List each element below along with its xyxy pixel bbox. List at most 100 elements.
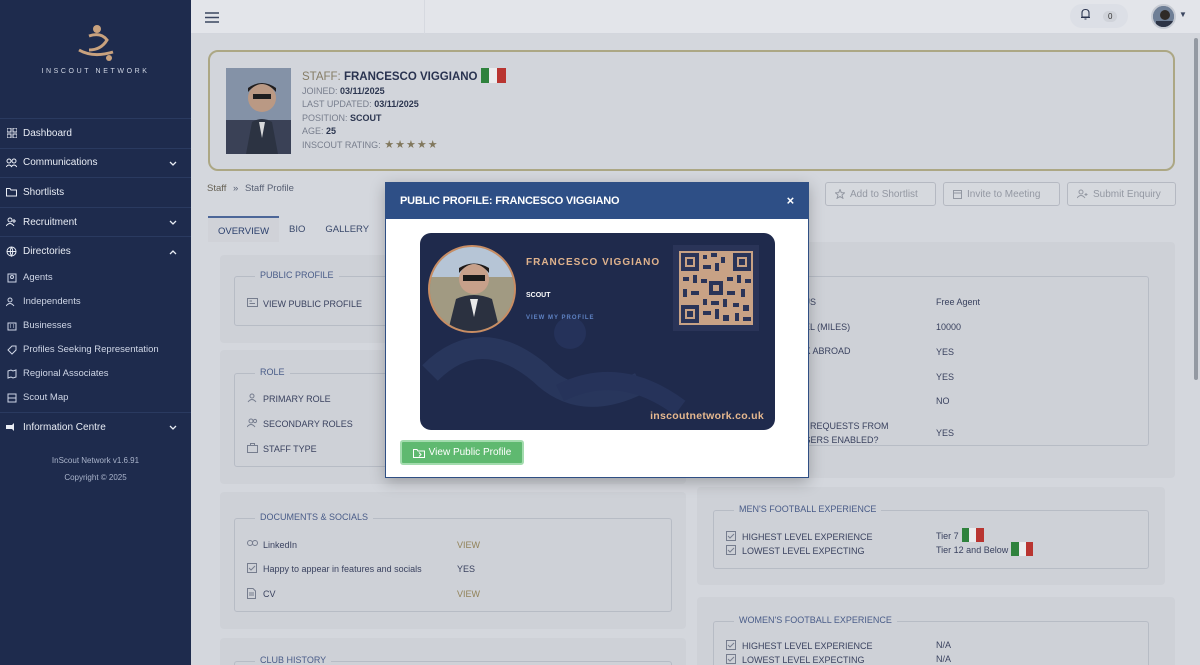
womens-lowest-value: N/A	[936, 654, 952, 664]
linkedin-row: LinkedIn	[247, 539, 297, 550]
primary-role-label: PRIMARY ROLE	[263, 393, 331, 404]
menu-toggle-icon[interactable]	[205, 10, 219, 28]
updated-label: LAST UPDATED:	[302, 99, 372, 110]
rating-stars: ★★★★★	[383, 139, 438, 152]
sidebar-subitem-regional-associates[interactable]: Regional Associates	[0, 362, 191, 386]
close-icon[interactable]: ×	[787, 194, 795, 207]
italy-flag-icon	[480, 68, 506, 83]
sidebar-subitem-profiles-seeking[interactable]: Profiles Seeking Representation	[0, 338, 191, 362]
caret-down-icon[interactable]: ▼	[1179, 10, 1187, 19]
tag-icon	[6, 344, 17, 355]
documents-panel: DOCUMENTS & SOCIALS LinkedIn VIEW Happy …	[220, 492, 686, 629]
users-icon	[6, 296, 17, 307]
sidebar-item-recruitment[interactable]: Recruitment	[0, 206, 191, 237]
sidebar-item-label: Communications	[23, 157, 98, 169]
mens-highest-label: HIGHEST LEVEL EXPERIENCE	[742, 531, 873, 542]
brand-logo[interactable]: INSCOUT NETWORK	[0, 20, 191, 75]
sidebar-nav: Dashboard Communications Shortlists Recr…	[0, 118, 191, 442]
checkbox-icon	[726, 654, 737, 665]
submit-enquiry-label: Submit Enquiry	[1093, 188, 1161, 200]
card-view-profile-link[interactable]: VIEW MY PROFILE	[526, 315, 595, 321]
breadcrumb-current: Staff Profile	[244, 183, 294, 194]
sidebar-item-communications[interactable]: Communications	[0, 147, 191, 178]
features-value: YES	[457, 564, 476, 574]
cv-label: CV	[263, 588, 276, 599]
italy-flag-icon	[1011, 542, 1034, 556]
communications-icon	[6, 157, 17, 168]
tab-gallery[interactable]: GALLERY	[315, 216, 379, 242]
cv-view-link[interactable]: VIEW	[457, 589, 480, 599]
age-value: 25	[326, 125, 337, 136]
sidebar-subitem-label: Profiles Seeking Representation	[23, 344, 159, 356]
sidebar-subitem-businesses[interactable]: Businesses	[0, 314, 191, 338]
invite-to-meeting-button[interactable]: Invite to Meeting	[943, 182, 1060, 206]
club-history-title: CLUB HISTORY	[255, 655, 332, 665]
club-history-panel: CLUB HISTORY	[220, 638, 686, 665]
sidebar-item-label: Dashboard	[23, 127, 72, 139]
sidebar-item-dashboard[interactable]: Dashboard	[0, 118, 191, 148]
mens-experience-title: MEN'S FOOTBALL EXPERIENCE	[734, 504, 882, 514]
womens-experience-panel: WOMEN'S FOOTBALL EXPERIENCE HIGHEST LEVE…	[697, 597, 1175, 665]
chevron-down-icon	[169, 159, 177, 170]
womens-experience-title: WOMEN'S FOOTBALL EXPERIENCE	[734, 615, 897, 625]
card-website: inscoutnetwork.co.uk	[650, 410, 764, 422]
notifications-button[interactable]: 0	[1070, 4, 1128, 28]
sidebar-subitem-scout-map[interactable]: Scout Map	[0, 386, 191, 410]
sidebar-subitem-independents[interactable]: Independents	[0, 290, 191, 314]
requests-label-2: USERS ENABLED?	[798, 435, 879, 445]
position-label: POSITION:	[302, 112, 348, 123]
add-to-shortlist-button[interactable]: Add to Shortlist	[825, 182, 936, 206]
tab-overview[interactable]: OVERVIEW	[208, 216, 280, 242]
womens-highest-value: N/A	[936, 640, 952, 650]
status-row-4-value: YES	[936, 372, 955, 382]
checkbox-icon	[726, 640, 737, 651]
star-icon: ★	[427, 139, 438, 152]
requests-value: YES	[936, 428, 955, 438]
mens-lowest-row: LOWEST LEVEL EXPECTING	[726, 545, 865, 556]
chevron-up-icon	[169, 247, 177, 258]
work-abroad-value: YES	[936, 347, 955, 357]
building-icon	[6, 320, 17, 331]
submit-enquiry-button[interactable]: Submit Enquiry	[1067, 182, 1176, 206]
breadcrumb-staff-link[interactable]: Staff	[207, 183, 226, 194]
view-public-profile-link[interactable]: VIEW PUBLIC PROFILE	[247, 298, 362, 309]
users-icon	[247, 418, 258, 429]
linkedin-view-link[interactable]: VIEW	[457, 540, 480, 550]
document-icon	[247, 588, 258, 599]
topbar	[191, 0, 1200, 34]
sidebar-subitem-label: Businesses	[23, 320, 72, 332]
breadcrumb: Staff » Staff Profile	[207, 183, 294, 194]
card-photo	[428, 245, 516, 333]
sidebar-item-shortlists[interactable]: Shortlists	[0, 177, 191, 207]
womens-lowest-label: LOWEST LEVEL EXPECTING	[742, 654, 865, 665]
bell-icon	[1080, 7, 1091, 25]
tab-bio[interactable]: BIO	[279, 216, 315, 242]
view-public-profile-button[interactable]: View Public Profile	[400, 440, 524, 465]
brand-logo-mark-icon	[77, 25, 113, 61]
sidebar-item-label: Information Centre	[23, 421, 106, 433]
modal-title: PUBLIC PROFILE: FRANCESCO VIGGIANO	[400, 195, 620, 207]
secondary-roles-label: SECONDARY ROLES	[263, 418, 353, 429]
link-icon	[247, 539, 258, 550]
mens-lowest-label: LOWEST LEVEL EXPECTING	[742, 545, 865, 556]
sidebar-item-label: Shortlists	[23, 186, 65, 198]
view-public-profile-button-label: View Public Profile	[428, 447, 512, 458]
sidebar-item-directories[interactable]: Directories	[0, 236, 191, 266]
cv-row: CV	[247, 588, 276, 599]
notification-count: 0	[1103, 10, 1118, 22]
profile-header-card: STAFF: FRANCESCO VIGGIANO JOINED: 03/11/…	[208, 50, 1175, 171]
page-scrollbar-thumb[interactable]	[1194, 38, 1198, 380]
qr-code-icon[interactable]	[673, 245, 759, 331]
chevron-down-icon	[169, 423, 177, 434]
checkbox-icon	[726, 545, 737, 556]
mens-highest-row: HIGHEST LEVEL EXPERIENCE	[726, 531, 873, 542]
agent-icon	[6, 272, 17, 283]
star-icon: ★	[416, 139, 427, 152]
recruitment-icon	[6, 217, 17, 228]
profile-id-card: FRANCESCO VIGGIANO SCOUT VIEW MY PROFILE	[420, 233, 775, 430]
sidebar-item-information-centre[interactable]: Information Centre	[0, 411, 191, 442]
brand-name: INSCOUT NETWORK	[41, 68, 150, 75]
sidebar-subitem-agents[interactable]: Agents	[0, 266, 191, 290]
user-avatar[interactable]	[1151, 4, 1176, 29]
card-name: FRANCESCO VIGGIANO	[526, 257, 661, 268]
